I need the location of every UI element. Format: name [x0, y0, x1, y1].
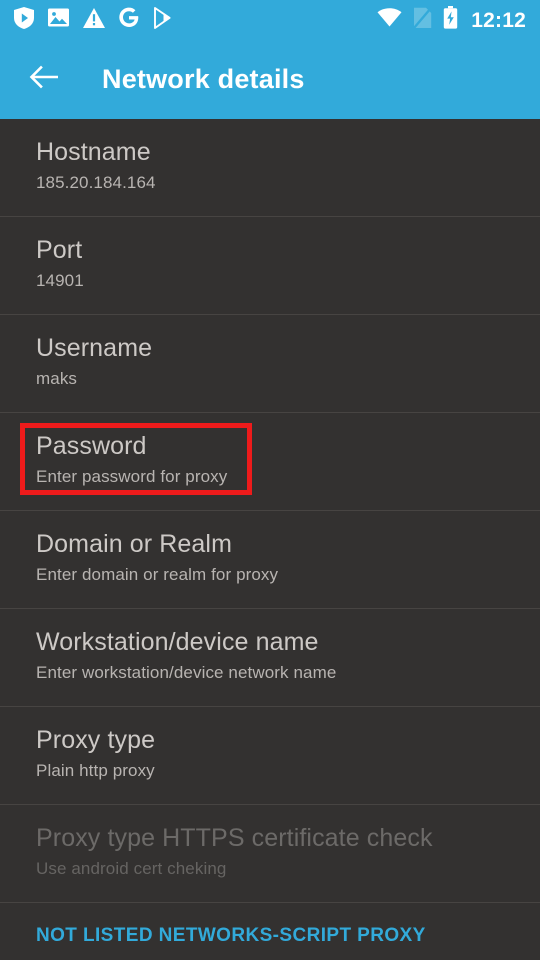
wifi-icon: [377, 8, 402, 32]
status-bar-right-icons: 12:12: [377, 6, 526, 34]
google-g-icon: [119, 7, 139, 33]
status-bar: 12:12: [0, 0, 540, 40]
arrow-back-icon: [29, 65, 61, 94]
settings-row-username[interactable]: Username maks: [0, 315, 540, 413]
page-title: Network details: [102, 64, 305, 94]
row-title: Domain or Realm: [36, 530, 233, 558]
row-subtitle: Plain http proxy: [36, 760, 155, 780]
row-subtitle: Use android cert cheking: [36, 858, 227, 878]
settings-row-workstation-device-name[interactable]: Workstation/device name Enter workstatio…: [0, 609, 540, 707]
row-title: Proxy type HTTPS certificate check: [36, 824, 433, 852]
app-bar: Network details: [0, 40, 540, 119]
no-sim-icon: [413, 6, 433, 34]
shield-play-icon: [14, 6, 34, 34]
settings-row-port[interactable]: Port 14901: [0, 217, 540, 315]
row-subtitle: 14901: [36, 270, 84, 290]
settings-row-domain-or-realm[interactable]: Domain or Realm Enter domain or realm fo…: [0, 511, 540, 609]
back-button[interactable]: [28, 63, 62, 97]
warning-triangle-icon: [83, 7, 105, 33]
row-title: Proxy type: [36, 726, 156, 754]
settings-row-hostname[interactable]: Hostname 185.20.184.164: [0, 119, 540, 217]
row-subtitle: maks: [36, 368, 78, 388]
row-title: Username: [36, 334, 153, 362]
footer-section: NOT LISTED NETWORKS-SCRIPT PROXY: [0, 903, 540, 960]
status-bar-left-icons: [14, 6, 174, 34]
settings-row-proxy-type[interactable]: Proxy type Plain http proxy: [0, 707, 540, 805]
battery-charging-icon: [443, 6, 458, 34]
row-subtitle: Enter password for proxy: [36, 466, 228, 486]
row-subtitle: Enter workstation/device network name: [36, 662, 337, 682]
row-title: Port: [36, 236, 83, 264]
row-subtitle: Enter domain or realm for proxy: [36, 564, 279, 584]
row-title: Password: [36, 432, 147, 460]
status-bar-clock: 12:12: [471, 8, 526, 32]
settings-list: Hostname 185.20.184.164 Port 14901 Usern…: [0, 119, 540, 903]
settings-row-https-certificate-check: Proxy type HTTPS certificate check Use a…: [0, 805, 540, 903]
play-store-icon: [153, 6, 174, 34]
row-title: Workstation/device name: [36, 628, 319, 656]
row-title: Hostname: [36, 138, 151, 166]
image-icon: [48, 7, 69, 33]
network-details-screen: 12:12 Network details Hostname 185.20.18…: [0, 0, 540, 960]
settings-row-password[interactable]: Password Enter password for proxy: [0, 413, 540, 511]
not-listed-networks-script-proxy-link[interactable]: NOT LISTED NETWORKS-SCRIPT PROXY: [36, 925, 426, 947]
row-subtitle: 185.20.184.164: [36, 172, 156, 192]
